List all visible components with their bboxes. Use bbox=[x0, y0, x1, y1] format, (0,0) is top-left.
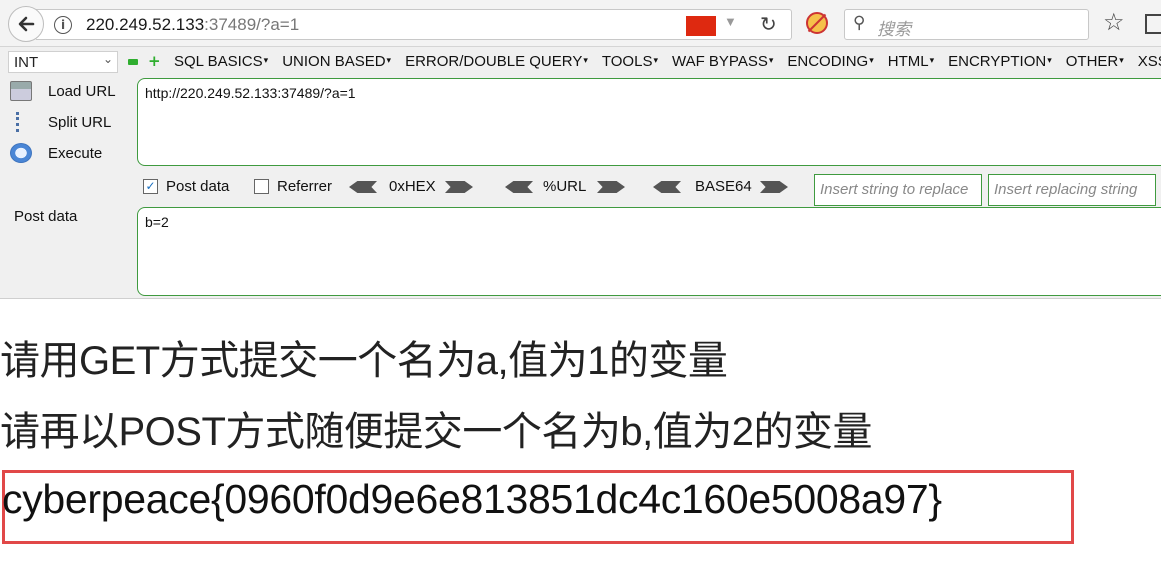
menu-sql-basics[interactable]: SQL BASICS bbox=[174, 53, 268, 70]
base64-decode-arrow-icon[interactable] bbox=[653, 181, 681, 193]
library-icon[interactable] bbox=[1145, 14, 1161, 34]
browser-toolbar: i 220.249.52.133:37489/?a=1 ▼ ↻ ⚲ 搜索 ☆ bbox=[0, 0, 1161, 47]
split-url-button[interactable]: Split URL bbox=[10, 109, 111, 135]
chevron-down-icon: ⌄ bbox=[102, 52, 113, 66]
referrer-checkbox[interactable] bbox=[254, 179, 269, 194]
info-icon[interactable]: i bbox=[54, 16, 72, 34]
post-data-checkbox[interactable]: ✓ bbox=[143, 179, 158, 194]
search-placeholder: 搜索 bbox=[877, 20, 911, 39]
play-icon bbox=[10, 143, 32, 163]
flag-text: cyberpeace{0960f0d9e6e813851dc4c160e5008… bbox=[2, 476, 942, 522]
url-label: %URL bbox=[543, 178, 587, 195]
menu-encoding[interactable]: ENCODING bbox=[787, 53, 873, 70]
hackbar-menubar: INT ⌄ + SQL BASICS UNION BASED ERROR/DOU… bbox=[0, 47, 1161, 77]
back-button[interactable] bbox=[8, 6, 44, 42]
china-flag-icon[interactable] bbox=[686, 16, 716, 36]
type-select[interactable]: INT ⌄ bbox=[8, 51, 118, 73]
url-textarea[interactable]: http://220.249.52.133:37489/?a=1 bbox=[137, 78, 1161, 166]
bookmark-star-icon[interactable]: ☆ bbox=[1103, 8, 1125, 36]
hackbar-panel: INT ⌄ + SQL BASICS UNION BASED ERROR/DOU… bbox=[0, 47, 1161, 299]
base64-encode-arrow-icon[interactable] bbox=[760, 181, 788, 193]
base64-label: BASE64 bbox=[695, 178, 752, 195]
address-bar[interactable]: i 220.249.52.133:37489/?a=1 ▼ ↻ bbox=[36, 9, 792, 40]
load-url-icon bbox=[10, 81, 32, 101]
hackbar-menu: SQL BASICS UNION BASED ERROR/DOUBLE QUER… bbox=[174, 53, 1161, 70]
load-url-button[interactable]: Load URL bbox=[10, 78, 116, 104]
hex-label: 0xHEX bbox=[389, 178, 436, 195]
noscript-icon[interactable] bbox=[806, 12, 828, 34]
replace-string-input[interactable]: Insert string to replace bbox=[814, 174, 982, 206]
menu-xss[interactable]: XSS bbox=[1138, 53, 1161, 70]
replacing-string-input[interactable]: Insert replacing string bbox=[988, 174, 1156, 206]
plus-icon[interactable]: + bbox=[148, 54, 161, 69]
arrow-left-icon bbox=[18, 16, 35, 32]
hex-decode-arrow-icon[interactable] bbox=[349, 181, 377, 193]
execute-button[interactable]: Execute bbox=[10, 140, 102, 166]
type-select-value: INT bbox=[14, 54, 39, 71]
instruction-line-get: 请用GET方式提交一个名为a,值为1的变量 bbox=[0, 339, 728, 383]
post-data-section-label: Post data bbox=[14, 208, 78, 225]
scissors-icon bbox=[16, 112, 26, 132]
url-decode-arrow-icon[interactable] bbox=[505, 181, 533, 193]
minus-icon[interactable] bbox=[128, 59, 138, 65]
post-data-checkbox-label: Post data bbox=[166, 178, 230, 195]
url-host: 220.249.52.133 bbox=[86, 15, 205, 34]
menu-other[interactable]: OTHER bbox=[1066, 53, 1124, 70]
url-port-path: :37489/?a=1 bbox=[204, 15, 300, 34]
menu-waf-bypass[interactable]: WAF BYPASS bbox=[672, 53, 773, 70]
menu-encryption[interactable]: ENCRYPTION bbox=[948, 53, 1052, 70]
load-url-label: Load URL bbox=[48, 82, 116, 100]
menu-tools[interactable]: TOOLS bbox=[602, 53, 658, 70]
search-icon: ⚲ bbox=[853, 13, 866, 33]
chevron-down-icon[interactable]: ▼ bbox=[724, 14, 737, 29]
menu-html[interactable]: HTML bbox=[888, 53, 934, 70]
menu-union-based[interactable]: UNION BASED bbox=[282, 53, 391, 70]
reload-icon[interactable]: ↻ bbox=[760, 12, 777, 36]
url-encode-arrow-icon[interactable] bbox=[597, 181, 625, 193]
hex-encode-arrow-icon[interactable] bbox=[445, 181, 473, 193]
execute-label: Execute bbox=[48, 144, 103, 162]
instruction-line-post: 请再以POST方式随便提交一个名为b,值为2的变量 bbox=[0, 410, 873, 454]
options-row: ✓ Post data Referrer 0xHEX %URL BASE64 I… bbox=[143, 174, 1161, 206]
post-data-textarea[interactable]: b=2 bbox=[137, 207, 1161, 296]
menu-error-double-query[interactable]: ERROR/DOUBLE QUERY bbox=[405, 53, 588, 70]
search-bar[interactable]: ⚲ 搜索 bbox=[844, 9, 1089, 40]
address-text[interactable]: 220.249.52.133:37489/?a=1 bbox=[86, 15, 299, 35]
referrer-checkbox-label: Referrer bbox=[277, 178, 333, 195]
split-url-label: Split URL bbox=[48, 113, 112, 131]
